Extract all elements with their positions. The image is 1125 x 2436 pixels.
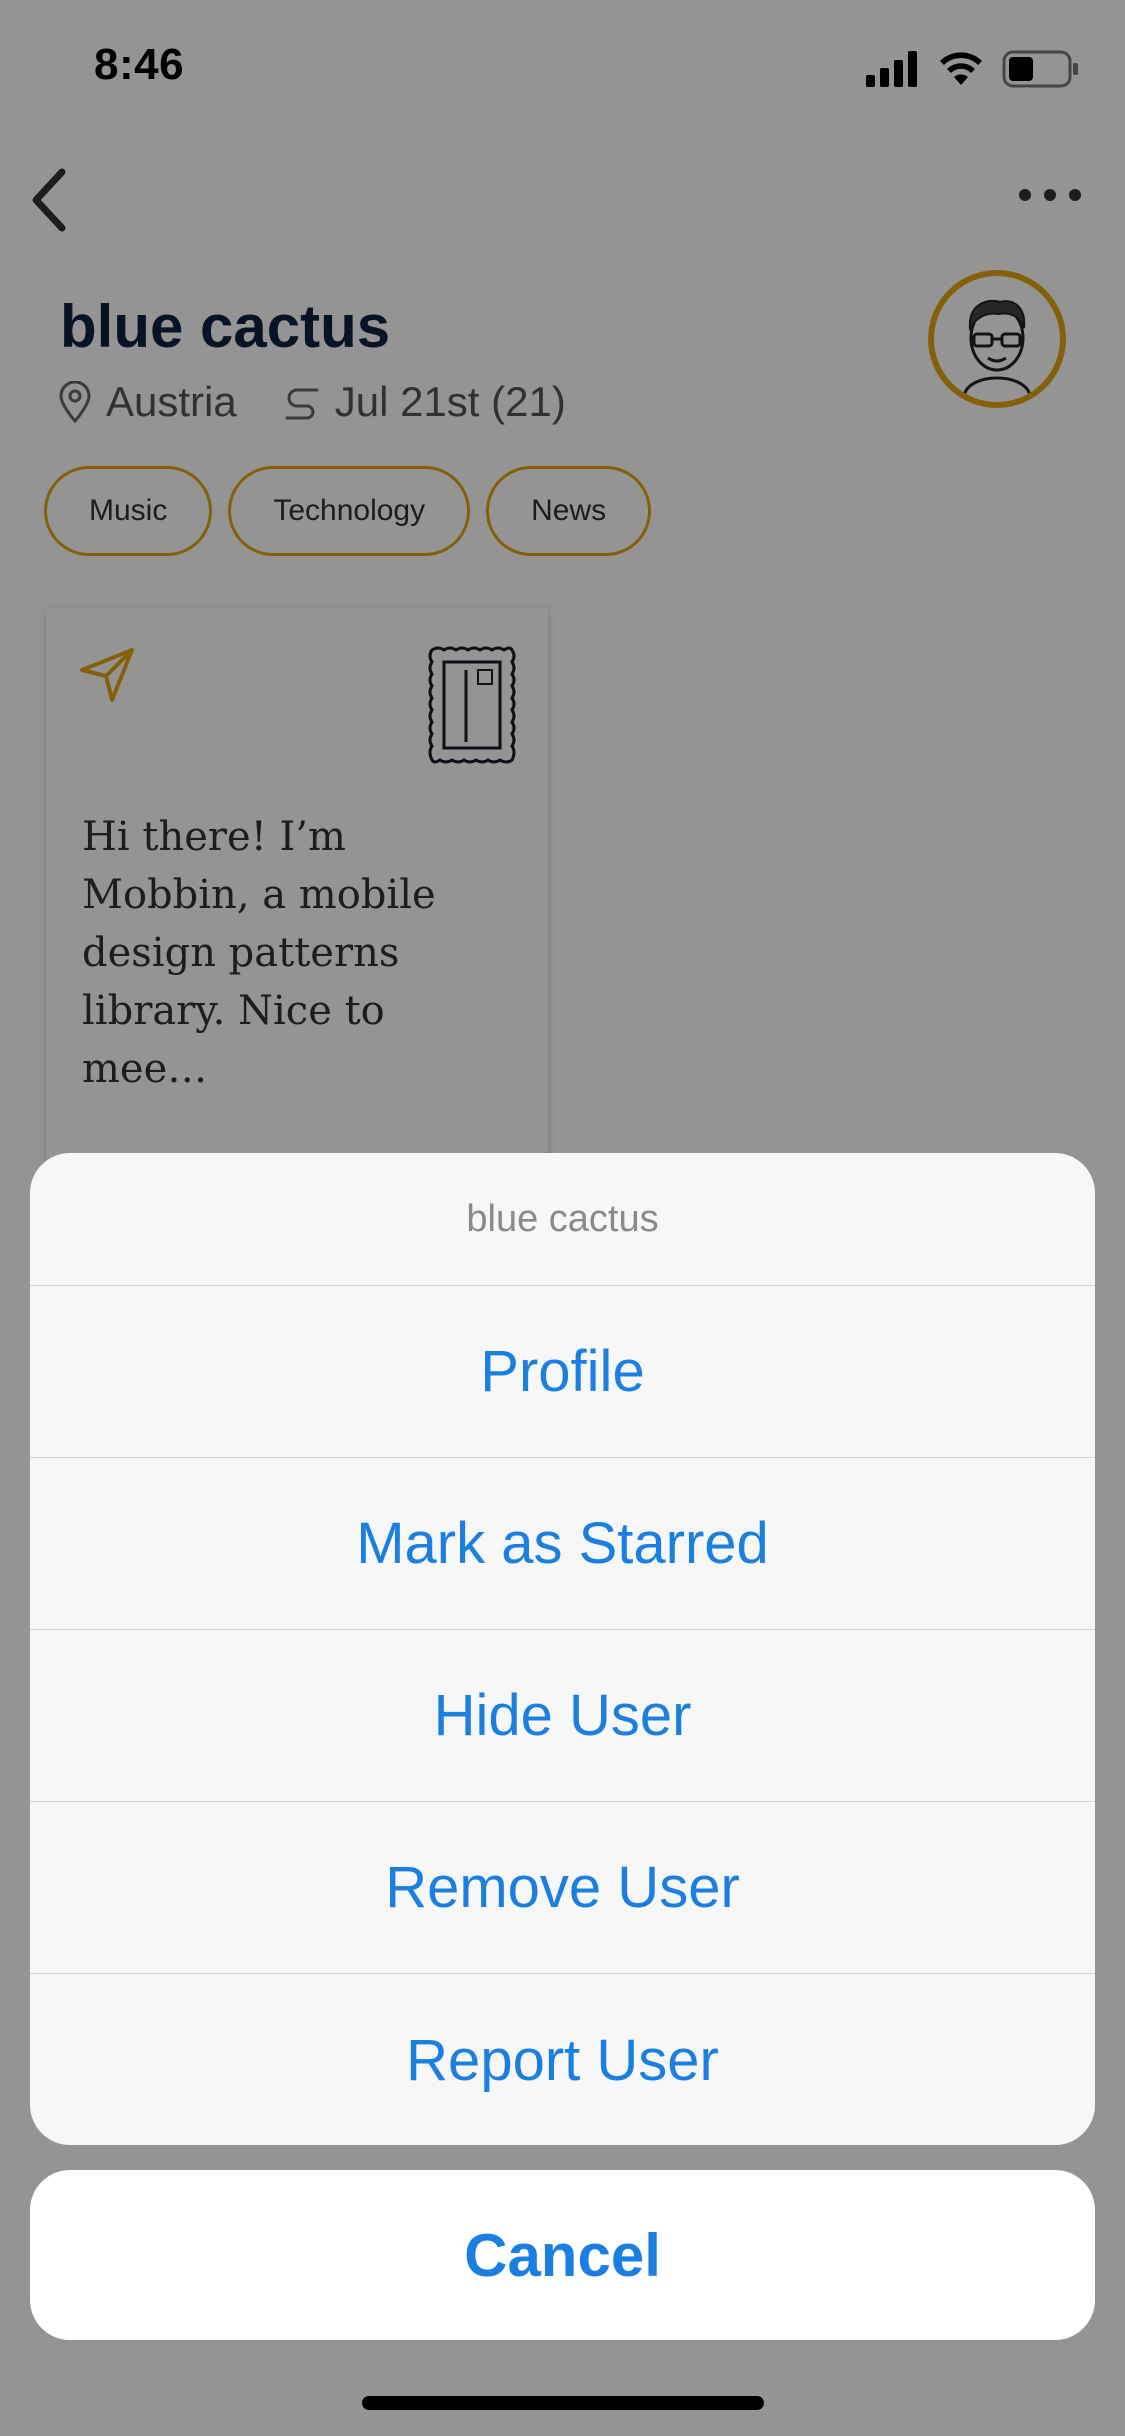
action-sheet: blue cactus Profile Mark as Starred Hide… [30,1153,1095,2145]
home-indicator [362,2396,764,2410]
remove-user-action[interactable]: Remove User [30,1802,1095,1974]
mark-starred-action[interactable]: Mark as Starred [30,1458,1095,1630]
report-user-action[interactable]: Report User [30,1974,1095,2145]
profile-screen: 8:46 blue cactus Austria Jul 21st (21) M… [0,0,1125,2436]
action-sheet-title: blue cactus [30,1153,1095,1286]
profile-action[interactable]: Profile [30,1286,1095,1458]
cancel-button[interactable]: Cancel [30,2170,1095,2340]
hide-user-action[interactable]: Hide User [30,1630,1095,1802]
